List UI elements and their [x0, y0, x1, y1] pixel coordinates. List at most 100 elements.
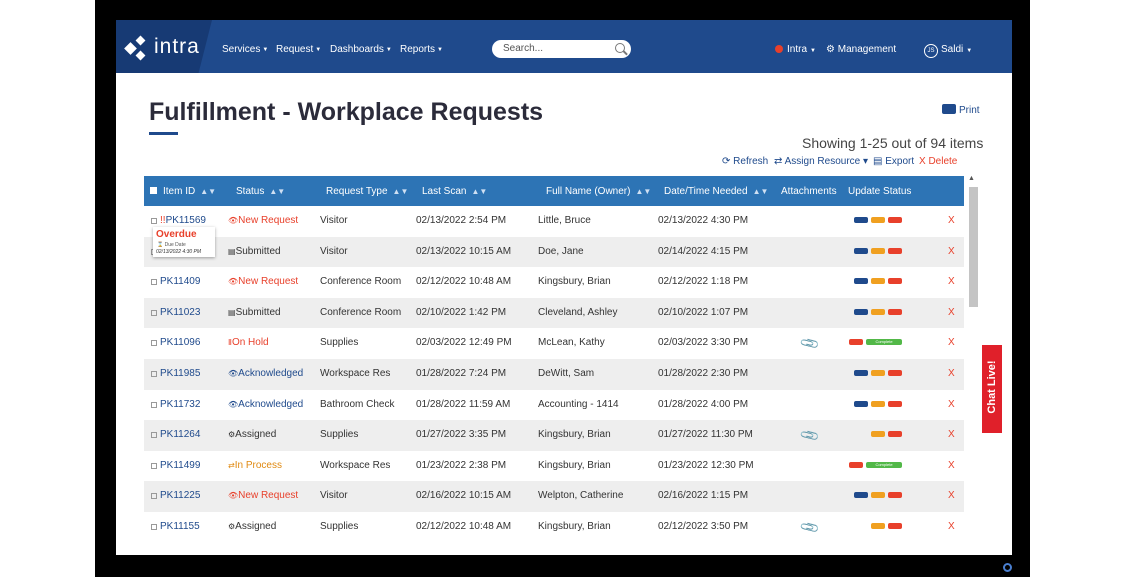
- delete-row-button[interactable]: X: [948, 460, 955, 471]
- hold-status-button[interactable]: [871, 278, 885, 285]
- view-status-button[interactable]: [854, 217, 868, 223]
- hold-status-button[interactable]: [871, 400, 885, 407]
- item-id-link[interactable]: PK11225: [160, 490, 200, 501]
- item-id-link[interactable]: PK11499: [160, 460, 200, 471]
- delete-row-button[interactable]: X: [948, 368, 955, 379]
- reject-status-button[interactable]: [888, 247, 902, 254]
- hold-status-button[interactable]: [871, 522, 885, 529]
- paperclip-icon[interactable]: 📎: [799, 425, 821, 447]
- col-full-name[interactable]: Full Name (Owner) ▲▼: [546, 186, 651, 197]
- view-status-button[interactable]: [854, 247, 868, 254]
- delete-row-button[interactable]: X: [948, 276, 955, 287]
- item-id-link[interactable]: PK11264: [160, 429, 200, 440]
- item-id[interactable]: PK11985: [160, 368, 200, 379]
- item-id[interactable]: PK11409: [160, 276, 200, 287]
- table-row[interactable]: PK11096 ⅡOn Hold Supplies 02/03/2022 12:49 …: [144, 328, 964, 359]
- item-id[interactable]: PK11023: [160, 307, 200, 318]
- row-checkbox[interactable]: [151, 401, 157, 408]
- item-id[interactable]: PK11569: [166, 215, 206, 226]
- complete-status-button[interactable]: Complete: [866, 461, 902, 468]
- item-id[interactable]: PK11732: [160, 399, 200, 410]
- row-checkbox[interactable]: [151, 493, 157, 500]
- complete-status-button[interactable]: Complete: [866, 339, 902, 346]
- delete-row-button[interactable]: X: [948, 307, 955, 318]
- scrollbar-thumb[interactable]: [969, 187, 978, 307]
- scroll-up-icon[interactable]: ▲: [968, 175, 975, 182]
- delete-row-button[interactable]: X: [948, 521, 955, 532]
- col-status[interactable]: Status ▲▼: [236, 186, 285, 197]
- print-button[interactable]: Print: [942, 104, 980, 116]
- col-request-type[interactable]: Request Type ▲▼: [326, 186, 408, 197]
- logo-text[interactable]: intra: [154, 35, 200, 59]
- search-icon[interactable]: [615, 43, 625, 53]
- reject-status-button[interactable]: [849, 461, 863, 468]
- hold-status-button[interactable]: [871, 308, 885, 315]
- user-menu[interactable]: JS Saldi ▼: [924, 44, 972, 58]
- hold-status-button[interactable]: [871, 369, 885, 376]
- assign-resource-button[interactable]: ⇄ Assign Resource ▾: [774, 156, 868, 167]
- reject-status-button[interactable]: [888, 400, 902, 407]
- hold-status-button[interactable]: [871, 492, 885, 499]
- management-link[interactable]: ⚙ Management: [826, 44, 896, 55]
- item-id-link[interactable]: PK11985: [160, 368, 200, 379]
- item-id[interactable]: PK11225: [160, 490, 200, 501]
- hold-status-button[interactable]: [871, 431, 885, 438]
- menu-dashboards[interactable]: Dashboards ▼: [330, 44, 392, 55]
- table-row[interactable]: PK11023 ▤Submitted Conference Room 02/10/20…: [144, 297, 964, 329]
- row-checkbox[interactable]: [151, 340, 157, 347]
- col-last-scan[interactable]: Last Scan ▲▼: [422, 186, 487, 197]
- table-row[interactable]: PK11409 👁New Request Conference Room 02/12/…: [144, 267, 964, 298]
- row-checkbox[interactable]: [151, 309, 157, 316]
- item-id[interactable]: PK11264: [160, 429, 200, 440]
- table-row[interactable]: PK11499 ⇄In Process Workspace Res 01/23/202…: [144, 451, 964, 482]
- item-id[interactable]: PK11155: [160, 521, 200, 532]
- paperclip-icon[interactable]: 📎: [799, 333, 821, 355]
- table-row[interactable]: ▤Submitted Visitor 02/13/2022 10:15 AM Doe,…: [144, 236, 964, 268]
- item-id-link[interactable]: PK11023: [160, 307, 200, 318]
- view-status-button[interactable]: [854, 400, 868, 407]
- view-status-button[interactable]: [854, 369, 868, 376]
- menu-reports[interactable]: Reports ▼: [400, 44, 443, 55]
- export-button[interactable]: ▤ Export: [873, 156, 914, 167]
- item-id-link[interactable]: PK11096: [160, 337, 200, 348]
- delete-row-button[interactable]: X: [948, 215, 955, 226]
- row-checkbox[interactable]: [151, 370, 157, 377]
- delete-row-button[interactable]: X: [948, 399, 955, 410]
- reject-status-button[interactable]: [888, 369, 902, 376]
- view-status-button[interactable]: [854, 492, 868, 499]
- item-id-link[interactable]: PK11409: [160, 276, 200, 287]
- row-checkbox[interactable]: [151, 523, 157, 530]
- reject-status-button[interactable]: [888, 492, 902, 499]
- row-checkbox[interactable]: [151, 462, 157, 469]
- hold-status-button[interactable]: [871, 247, 885, 254]
- menu-services[interactable]: Services ▼: [222, 44, 268, 55]
- search-input[interactable]: Search...: [492, 40, 631, 58]
- table-row[interactable]: PK11985 👁Acknowledged Workspace Res 01/28/2…: [144, 358, 964, 390]
- item-id-link[interactable]: PK11732: [160, 399, 200, 410]
- reject-status-button[interactable]: [888, 278, 902, 285]
- table-row[interactable]: PK11264 ⚙Assigned Supplies 01/27/2022 3:35 …: [144, 420, 964, 451]
- item-id[interactable]: PK11096: [160, 337, 200, 348]
- row-checkbox[interactable]: [151, 218, 157, 224]
- item-id[interactable]: PK11499: [160, 460, 200, 471]
- reject-status-button[interactable]: [888, 522, 902, 529]
- reject-status-button[interactable]: [888, 217, 902, 223]
- col-date-needed[interactable]: Date/Time Needed ▲▼: [664, 186, 768, 197]
- row-checkbox[interactable]: [151, 279, 157, 286]
- org-selector[interactable]: Intra ▼: [775, 44, 816, 55]
- view-status-button[interactable]: [854, 278, 868, 285]
- row-checkbox[interactable]: [151, 432, 157, 439]
- reject-status-button[interactable]: [888, 431, 902, 438]
- delete-row-button[interactable]: X: [948, 490, 955, 501]
- delete-row-button[interactable]: X: [948, 337, 955, 348]
- menu-request[interactable]: Request ▼: [276, 44, 321, 55]
- delete-row-button[interactable]: X: [948, 246, 955, 257]
- reject-status-button[interactable]: [849, 339, 863, 346]
- col-item-id[interactable]: Item ID ▲▼: [163, 186, 216, 197]
- hold-status-button[interactable]: [871, 217, 885, 223]
- delete-row-button[interactable]: X: [948, 429, 955, 440]
- table-row[interactable]: PK11155 ⚙Assigned Supplies 02/12/2022 10:48…: [144, 512, 964, 543]
- paperclip-icon[interactable]: 📎: [799, 517, 821, 539]
- item-id-link[interactable]: PK11155: [160, 521, 200, 532]
- table-row[interactable]: PK11225 👁New Request Visitor 02/16/2022 10:…: [144, 481, 964, 512]
